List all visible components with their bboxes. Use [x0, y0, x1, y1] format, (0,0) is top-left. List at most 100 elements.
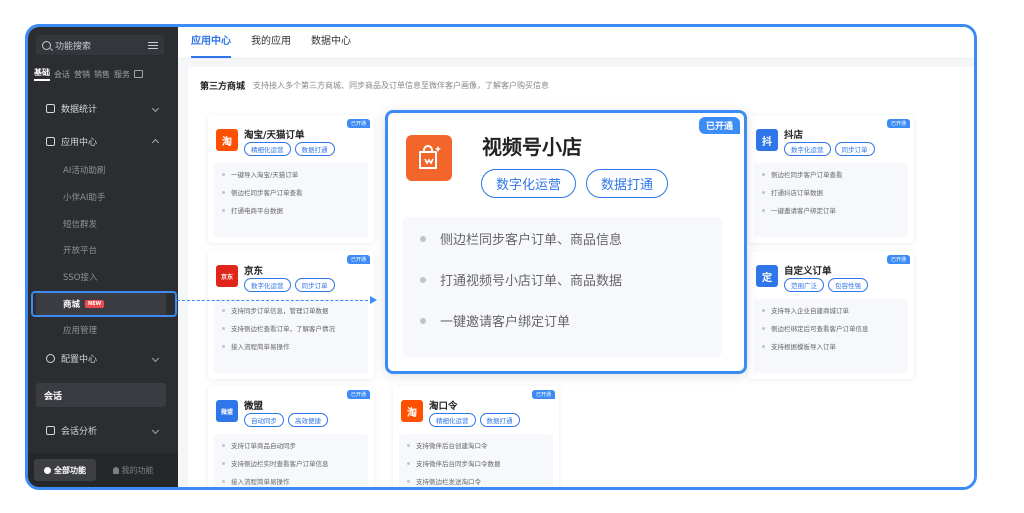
category-tabs: 基础 会话 营销 销售 服务 [34, 67, 174, 81]
sidebar-subitem-open-platform[interactable]: 开放平台 [36, 239, 166, 261]
search-input[interactable]: 功能搜索 [36, 35, 164, 55]
card-tag: 同步订单 [834, 142, 875, 156]
sidebar-item-label: 数据统计 [61, 104, 98, 115]
taobao-logo-icon: 淘 [216, 129, 238, 151]
feature-item: 支持侧边栏查看订单，了解客户情况 [222, 323, 360, 333]
featured-card-features: 侧边栏同步客户订单、商品信息 打通视频号小店订单、商品数据 一键邀请客户绑定订单 [402, 217, 722, 357]
card-tags: 数字化运营 同步订单 [784, 142, 875, 156]
card-taokouling[interactable]: 已开通 淘 淘口令 精细化运营 数据打通 支持微伴后台创建淘口令 支持微伴后台同… [393, 386, 559, 487]
tab-data-center[interactable]: 数据中心 [311, 32, 351, 58]
card-tag: 精细化运营 [429, 413, 476, 427]
feature-item: 支持微伴后台同步淘口令数据 [407, 458, 545, 468]
opened-badge: 已开通 [886, 119, 910, 128]
card-tag: 数字化运营 [481, 169, 577, 198]
opened-badge: 已开通 [698, 117, 740, 134]
search-label: 功能搜索 [55, 41, 92, 52]
card-title: 微盟 [244, 401, 264, 412]
sidebar: 功能搜索 基础 会话 营销 销售 服务 数据统计 应用中心 AI活动助刷 小伴A… [28, 27, 178, 487]
card-tag: 同步订单 [294, 278, 335, 292]
user-icon [112, 466, 119, 474]
category-tab-basic[interactable]: 基础 [34, 67, 50, 81]
custom-order-logo-icon: 定 [756, 265, 778, 287]
chevron-down-icon [151, 426, 160, 434]
opened-badge: 已开通 [346, 119, 370, 128]
feature-item: 打通视频号小店订单、商品数据 [420, 270, 704, 289]
feature-item: 支持订单商品自动同步 [222, 440, 360, 450]
chevron-down-icon [151, 104, 160, 112]
sidebar-subitem-app-management[interactable]: 应用管理 [36, 319, 166, 341]
sidebar-item-app-center[interactable]: 应用中心 [36, 130, 166, 152]
card-features: 支持微伴后台创建淘口令 支持微伴后台同步淘口令数据 支持侧边栏发送淘口令 [399, 434, 553, 487]
feature-item: 侧边栏绑定后可查看客户订单信息 [762, 323, 900, 333]
opened-badge: 已开通 [346, 255, 370, 264]
arrow-head-icon [370, 296, 377, 304]
card-title: 淘口令 [429, 401, 458, 412]
tab-my-apps[interactable]: 我的应用 [251, 32, 291, 58]
sidebar-subitem-ai-assistant[interactable]: 小伴AI助手 [36, 186, 166, 208]
settings-icon [46, 353, 55, 363]
all-functions-label: 全部功能 [54, 465, 86, 475]
card-tags: 精细化运营 数据打通 [429, 413, 520, 427]
my-functions-button[interactable]: 我的功能 [102, 459, 164, 481]
my-functions-label: 我的功能 [121, 465, 154, 475]
message-icon [46, 425, 55, 435]
sidebar-item-label: 配置中心 [61, 354, 98, 365]
search-icon [42, 40, 51, 50]
feature-item: 一键导入淘宝/天猫订单 [222, 169, 360, 179]
tab-app-center[interactable]: 应用中心 [191, 32, 231, 58]
chevron-up-icon [151, 138, 160, 147]
card-features: 侧边栏同步客户订单查看 打通抖店订单数据 一键邀请客户绑定订单 [754, 163, 908, 237]
card-tag: 高效便捷 [288, 413, 328, 427]
card-weimeng[interactable]: 已开通 微盟 微盟 自动同步 高效便捷 支持订单商品自动同步 支持侧边栏实时查看… [208, 386, 374, 487]
doudian-logo-icon: 抖 [756, 129, 778, 151]
section-description: 支持接入多个第三方商城、同步商品及订单信息至微伴客户画像，了解客户购买信息 [253, 80, 550, 90]
feature-item: 接入流程简单易操作 [222, 341, 360, 351]
feature-item: 支持侧边栏实时查看客户订单信息 [222, 458, 360, 468]
card-title: 自定义订单 [784, 266, 832, 277]
card-taobao[interactable]: 已开通 淘 淘宝/天猫订单 精细化运营 数据打通 一键导入淘宝/天猫订单 侧边栏… [208, 115, 374, 243]
feature-item: 一键邀请客户绑定订单 [762, 205, 900, 215]
opened-badge: 已开通 [531, 390, 555, 399]
sidebar-subitem-ai-activity[interactable]: AI活动助刷 [36, 159, 166, 181]
feature-item: 打通抖店订单数据 [762, 187, 900, 197]
menu-icon[interactable] [148, 41, 158, 49]
category-tab-sales[interactable]: 销售 [94, 69, 110, 80]
card-tag: 数据打通 [586, 169, 669, 198]
all-functions-button[interactable]: 全部功能 [34, 459, 96, 481]
sidebar-item-statistics[interactable]: 数据统计 [36, 97, 166, 119]
sidebar-subitem-sms[interactable]: 短信群发 [36, 213, 166, 235]
shop-icon[interactable] [134, 70, 143, 78]
feature-item: 接入流程简单易操作 [222, 476, 360, 486]
card-tags: 自动同步 高效便捷 [244, 413, 328, 427]
card-doudian[interactable]: 已开通 抖 抖店 数字化运营 同步订单 侧边栏同步客户订单查看 打通抖店订单数据… [748, 115, 914, 243]
card-features: 支持订单商品自动同步 支持侧边栏实时查看客户订单信息 接入流程简单易操作 [214, 434, 368, 487]
card-tag: 范围广泛 [784, 278, 824, 292]
feature-item: 侧边栏同步客户订单、商品信息 [420, 229, 704, 248]
card-tag: 包容性强 [828, 278, 868, 292]
card-custom-order[interactable]: 已开通 定 自定义订单 范围广泛 包容性强 支持导入企业自建商城订单 侧边栏绑定… [748, 251, 914, 379]
sidebar-section-conversation[interactable]: 会话 [36, 383, 166, 407]
card-tag: 自动同步 [244, 413, 284, 427]
sidebar-item-conversation-analysis[interactable]: 会话分析 [36, 419, 166, 441]
category-tab-conversation[interactable]: 会话 [54, 69, 70, 80]
card-jd[interactable]: 已开通 京东 京东 数字化运营 同步订单 支持同步订单信息，管理订单数据 支持侧… [208, 251, 374, 379]
gear-icon [44, 466, 51, 474]
category-tab-service[interactable]: 服务 [114, 69, 130, 80]
card-features: 支持导入企业自建商城订单 侧边栏绑定后可查看客户订单信息 支持根据模板导入订单 [754, 299, 908, 373]
category-tab-marketing[interactable]: 营销 [74, 69, 90, 80]
sidebar-bottom-bar: 全部功能 我的功能 [28, 453, 178, 487]
chart-icon [46, 103, 55, 113]
connector-arrow [177, 300, 373, 301]
sidebar-item-config[interactable]: 配置中心 [36, 347, 166, 369]
card-tag: 精细化运营 [244, 142, 291, 156]
opened-badge: 已开通 [886, 255, 910, 264]
sidebar-item-label: 应用中心 [61, 137, 98, 148]
sidebar-item-label: 会话分析 [61, 426, 98, 437]
featured-card-video-store[interactable]: 已开通 视频号小店 数字化运营 数据打通 侧边栏同步客户订单、商品信息 打通视频… [385, 110, 747, 374]
jd-logo-icon: 京东 [216, 265, 238, 287]
feature-item: 支持同步订单信息，管理订单数据 [222, 305, 360, 315]
card-title: 抖店 [784, 130, 804, 141]
top-tabs: 应用中心 我的应用 数据中心 [178, 27, 974, 59]
feature-item: 打通电商平台数据 [222, 205, 360, 215]
sidebar-subitem-sso[interactable]: SSO接入 [36, 266, 166, 288]
